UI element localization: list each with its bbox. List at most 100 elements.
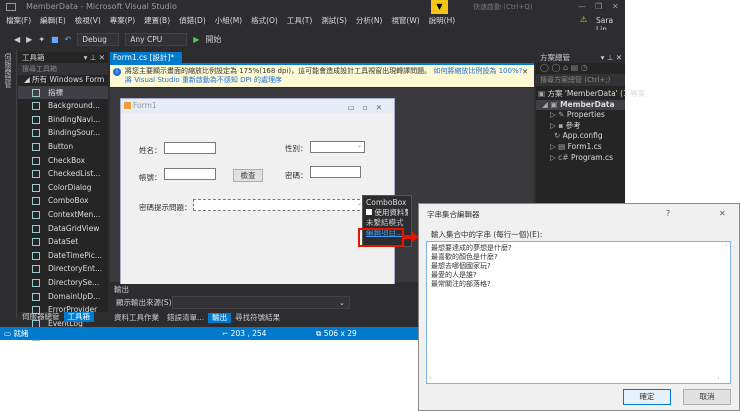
data-binding-checkbox[interactable]	[366, 209, 372, 215]
scroll-left-icon[interactable]: ‹	[429, 374, 432, 383]
quick-launch-input[interactable]: 快速啟動 (Ctrl+Q)	[473, 0, 533, 14]
hint-question-combobox[interactable]: ⌄	[193, 199, 365, 211]
menu-item[interactable]: 測試(S)	[321, 14, 347, 28]
dialog-close-button[interactable]: ✕	[719, 209, 726, 218]
toolbox-item[interactable]: CheckBox	[18, 154, 108, 168]
help-button[interactable]: ?	[666, 209, 670, 218]
back-icon[interactable]: ◀	[14, 35, 20, 44]
solution-item[interactable]: ↻ App.config	[536, 131, 625, 142]
window-title: MemberData - Microsoft Visual Studio	[26, 2, 177, 11]
menu-item[interactable]: 格式(O)	[251, 14, 278, 28]
solution-item-label: Properties	[566, 110, 605, 120]
toolbox-item[interactable]: 指標	[18, 85, 108, 100]
feedback-icon[interactable]: ▼	[431, 0, 448, 14]
infobar-text: 將您主要顯示畫面的縮放比例設定為 175%(168 dpi)，這可能會造成設計工…	[125, 67, 432, 75]
toolbox-panel: 工具箱 ▾ ⊥ ✕ 搜尋工具箱 ◢ 所有 Windows Form 指標 Backg…	[18, 52, 108, 342]
save-icon[interactable]: ■	[51, 35, 59, 44]
tab-form1-design[interactable]: Form1.cs [設計]* ✕	[110, 52, 182, 73]
toolbox-item[interactable]: DomainUpD...	[18, 290, 108, 304]
toolbox-item[interactable]: Background...	[18, 99, 108, 113]
forward-icon[interactable]: ▶	[26, 35, 32, 44]
close-button[interactable]: ✕	[612, 0, 619, 14]
form1-designer[interactable]: Form1 ▭▫✕ 姓名： 性別： ⌄ 帳號： 檢查 密碼： 密碼提示問題： ⌄	[120, 98, 395, 288]
platform-select[interactable]: Any CPU	[125, 32, 188, 46]
solution-item[interactable]: ▷ ▤ Form1.cs	[536, 142, 625, 153]
toolbox-item[interactable]: CheckedList...	[18, 167, 108, 181]
menu-item[interactable]: 偵錯(D)	[179, 14, 206, 28]
toolbox-item-icon	[32, 265, 40, 274]
string-line: 最愛的人是誰?	[431, 271, 477, 279]
info-icon: i	[113, 68, 121, 76]
menu-item[interactable]: 分析(N)	[356, 14, 382, 28]
start-icon[interactable]: ▶	[193, 35, 199, 44]
config-select[interactable]: Debug	[77, 32, 120, 46]
menu-item[interactable]: 工具(T)	[287, 14, 312, 28]
toolbox-item-label: DataSet	[48, 237, 79, 247]
toolbox-item[interactable]: Button	[18, 140, 108, 154]
ok-button[interactable]: 確定	[623, 389, 671, 405]
solution-item[interactable]: ◢ ▣ MemberData	[536, 99, 625, 111]
output-tab[interactable]: 資料工具作業	[110, 313, 163, 323]
toolbox-item-icon	[32, 210, 40, 219]
solution-item[interactable]: ▣ 方案 'MemberData' (1 專案	[536, 89, 645, 100]
toolbox-item[interactable]: BindingSour...	[18, 126, 108, 140]
strings-textarea[interactable]: ˄ ‹ › 最想要達成的夢想是什麼? 最喜歡的顏色是什麼? 最想去哪個國家玩? 最愛的…	[426, 241, 731, 384]
output-tab[interactable]: 尋找符號結果	[231, 313, 284, 323]
infobar-close-icon[interactable]: ✕	[522, 68, 528, 77]
string-collection-editor-dialog: 字串集合編輯器 ? ✕ 輸入集合中的字串 (每行一個)(E): ˄ ‹ › 最想…	[418, 203, 740, 411]
menu-item[interactable]: 檔案(F)	[6, 14, 31, 28]
scroll-up-icon[interactable]: ˄	[725, 244, 729, 253]
check-button[interactable]: 檢查	[233, 169, 263, 182]
menu-item[interactable]: 建置(B)	[144, 14, 170, 28]
toolbox-item[interactable]: DataSet	[18, 235, 108, 249]
menu-item[interactable]: 說明(H)	[429, 14, 456, 28]
restore-button[interactable]: ❐	[595, 0, 602, 14]
toolbox-search[interactable]: 搜尋工具箱	[18, 63, 108, 75]
toolbox-item-icon	[32, 170, 40, 179]
output-source-select[interactable]: ⌄	[172, 296, 350, 309]
toolbox-item-icon	[32, 224, 40, 233]
new-project-icon[interactable]: ✦	[38, 35, 45, 44]
toolbox-item[interactable]: ComboBox	[18, 194, 108, 208]
undo-icon[interactable]: ↶	[65, 35, 72, 44]
solution-item[interactable]: ▷ ✎ Properties	[536, 110, 625, 121]
toolbox-group[interactable]: ◢ 所有 Windows Form	[18, 75, 108, 86]
name-textbox[interactable]	[164, 142, 216, 154]
gender-combobox[interactable]: ⌄	[310, 141, 365, 153]
solution-item[interactable]: ▷ c# Program.cs	[536, 153, 625, 164]
menu-item[interactable]: 專案(P)	[110, 14, 135, 28]
toolbox-item[interactable]: BindingNavi...	[18, 113, 108, 127]
solution-item-label: 方案 'MemberData' (1 專案	[547, 89, 646, 98]
toolbox-item[interactable]: DataGridView	[18, 222, 108, 236]
toolbox-item[interactable]: DateTimePic...	[18, 249, 108, 263]
solution-item-icon: ◢ ▣	[542, 99, 561, 109]
scroll-right-icon[interactable]: ›	[717, 374, 720, 383]
solution-search[interactable]: 搜尋方案總管 (Ctrl+;)	[536, 74, 625, 86]
server-explorer-tab[interactable]: 伺服器總管	[0, 50, 16, 91]
toolbox-item[interactable]: DirectoryEnt...	[18, 262, 108, 276]
toolbox-item-label: ColorDialog	[48, 182, 92, 192]
menu-item[interactable]: 視窗(W)	[391, 14, 419, 28]
output-tab[interactable]: 錯誤清單...	[163, 313, 208, 323]
minimize-button[interactable]: —	[578, 0, 586, 14]
toolbox-item[interactable]: ColorDialog	[18, 181, 108, 195]
toolbox-item[interactable]: DirectorySe...	[18, 276, 108, 290]
toolbox-item[interactable]: ContextMen...	[18, 208, 108, 222]
menu-item[interactable]: 編輯(E)	[40, 14, 66, 28]
start-button[interactable]: 開始	[205, 34, 221, 45]
cancel-button[interactable]: 取消	[683, 389, 731, 405]
vs-logo-icon	[6, 3, 16, 11]
menu-item[interactable]: 小組(M)	[215, 14, 242, 28]
dpi-scaling-link[interactable]: 如何將縮放比例設為 100%?	[433, 67, 522, 75]
toolbox-tabs: 伺服器總管 工具箱	[18, 312, 94, 322]
solution-item[interactable]: ▷ ▪ 參考	[536, 121, 625, 132]
solution-item-label: Program.cs	[570, 152, 614, 162]
toolbox-header: 工具箱 ▾ ⊥ ✕	[22, 53, 105, 62]
password-textbox[interactable]	[310, 166, 361, 178]
output-tab[interactable]: 輸出	[208, 313, 232, 323]
menu-item[interactable]: 檢視(V)	[75, 14, 101, 28]
account-textbox[interactable]	[164, 168, 216, 180]
restart-dpi-unaware-link[interactable]: 將 Visual Studio 重新啟動為不感知 DPI 的處理序	[125, 76, 282, 84]
tab-toolbox[interactable]: 工具箱	[63, 312, 94, 322]
tab-server-explorer[interactable]: 伺服器總管	[18, 312, 64, 322]
